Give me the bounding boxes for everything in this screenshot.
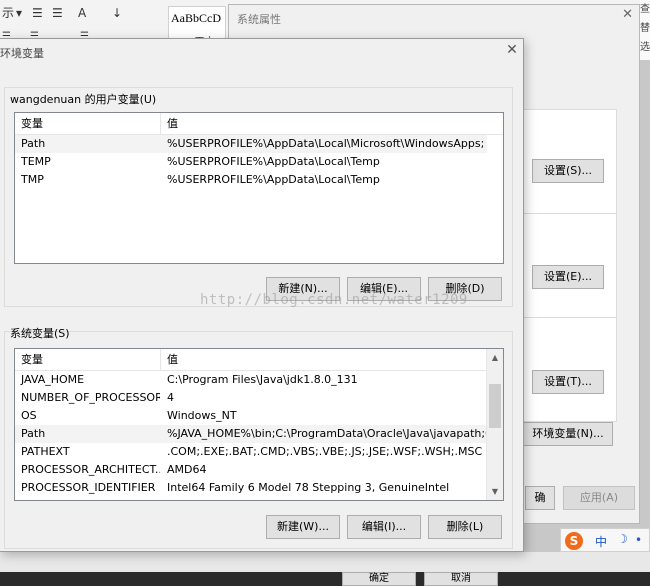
user-variables-label: wangdenuan 的用户变量(U)	[10, 93, 157, 106]
variable-name: PROCESSOR_IDENTIFIER	[21, 481, 156, 494]
ime-toolbar[interactable]: S 中 ☽ •	[560, 528, 650, 552]
close-icon[interactable]: ✕	[504, 42, 520, 58]
system-delete-button[interactable]: 删除(L)	[428, 515, 502, 539]
environment-variables-button[interactable]: 环境变量(N)...	[523, 422, 613, 446]
system-variables-label: 系统变量(S)	[10, 327, 70, 340]
scrollbar-thumb[interactable]	[489, 384, 501, 428]
variable-value: 4	[167, 391, 174, 404]
variable-value: C:\Program Files\Java\jdk1.8.0_131	[167, 373, 358, 386]
table-row[interactable]: PROCESSOR_ARCHITECT... AMD64	[15, 461, 487, 479]
table-row[interactable]: JAVA_HOME C:\Program Files\Java\jdk1.8.0…	[15, 371, 487, 389]
watermark-text: http://blog.csdn.net/water1209	[200, 292, 468, 308]
table-row[interactable]: NUMBER_OF_PROCESSORS 4	[15, 389, 487, 407]
variable-value: %JAVA_HOME%\bin;C:\ProgramData\Oracle\Ja…	[167, 427, 487, 440]
variable-name: OS	[21, 409, 37, 422]
taskbar: 确定 取消	[0, 572, 650, 586]
variable-value: %USERPROFILE%\AppData\Local\Temp	[167, 173, 380, 186]
system-variables-list[interactable]: 变量 值 JAVA_HOME C:\Program Files\Java\jdk…	[14, 348, 504, 501]
variable-name: PROCESSOR_ARCHITECT...	[21, 463, 160, 476]
punctuation-icon[interactable]: •	[635, 533, 642, 547]
performance-settings-button[interactable]: 设置(S)...	[532, 159, 604, 183]
find-label[interactable]: 查	[640, 0, 650, 19]
table-row[interactable]: TMP %USERPROFILE%\AppData\Local\Temp	[15, 171, 487, 189]
user-variables-list[interactable]: 变量 值 Path %USERPROFILE%\AppData\Local\Mi…	[14, 112, 504, 264]
window-title: 系统属性	[237, 13, 281, 26]
system-edit-button[interactable]: 编辑(I)...	[347, 515, 421, 539]
system-new-button[interactable]: 新建(W)...	[266, 515, 340, 539]
variable-value: Intel64 Family 6 Model 78 Stepping 3, Ge…	[167, 481, 450, 494]
moon-icon[interactable]: ☽	[617, 532, 628, 546]
table-row[interactable]: Path %JAVA_HOME%\bin;C:\ProgramData\Orac…	[15, 425, 487, 443]
variable-value: AMD64	[167, 463, 207, 476]
select-label[interactable]: 选	[640, 38, 650, 57]
vertical-scrollbar[interactable]: ▲ ▼	[486, 349, 503, 500]
table-row[interactable]: Path %USERPROFILE%\AppData\Local\Microso…	[15, 135, 487, 153]
sogou-logo-icon: S	[565, 532, 583, 550]
variable-name: Path	[21, 137, 46, 150]
column-header-name[interactable]: 变量	[15, 349, 160, 371]
apply-button[interactable]: 应用(A)	[563, 486, 635, 510]
list-header: 变量 值	[15, 349, 487, 371]
align-icon[interactable]: ☰	[52, 4, 63, 22]
table-row[interactable]: TEMP %USERPROFILE%\AppData\Local\Temp	[15, 153, 487, 171]
sort-icon[interactable]: ↓	[112, 4, 122, 22]
scroll-up-icon[interactable]: ▲	[487, 349, 503, 366]
bottom-cancel-button[interactable]: 取消	[424, 572, 498, 586]
table-row[interactable]: PROCESSOR_IDENTIFIER Intel64 Family 6 Mo…	[15, 479, 487, 497]
variable-name: Path	[21, 427, 46, 440]
variable-name: TEMP	[21, 155, 51, 168]
startup-settings-button[interactable]: 设置(T)...	[532, 370, 604, 394]
ok-button[interactable]: 确	[525, 486, 555, 510]
bottom-ok-button[interactable]: 确定	[342, 572, 416, 586]
replace-label[interactable]: 替	[640, 19, 650, 38]
variable-value: %USERPROFILE%\AppData\Local\Microsoft\Wi…	[167, 137, 485, 150]
style-sample: AaBbCcD	[171, 11, 221, 25]
chevron-down-icon[interactable]: ▾	[16, 4, 22, 22]
ribbon-glyph-1[interactable]: 示	[2, 4, 14, 22]
align-icon[interactable]: ☰	[32, 4, 43, 22]
variable-name: JAVA_HOME	[21, 373, 85, 386]
variable-value: %USERPROFILE%\AppData\Local\Temp	[167, 155, 380, 168]
variable-name: TMP	[21, 173, 44, 186]
variable-name: NUMBER_OF_PROCESSORS	[21, 391, 160, 404]
column-header-value[interactable]: 值	[161, 113, 481, 135]
dialog-title: 环境变量	[0, 47, 44, 60]
column-header-value[interactable]: 值	[161, 349, 481, 371]
close-icon[interactable]: ✕	[622, 7, 633, 22]
ribbon-editing-group: 查 替 选	[640, 0, 650, 60]
list-header: 变量 值	[15, 113, 503, 135]
variable-value: .COM;.EXE;.BAT;.CMD;.VBS;.VBE;.JS;.JSE;.…	[167, 445, 483, 458]
ime-mode[interactable]: 中	[595, 533, 607, 550]
table-row[interactable]: PATHEXT .COM;.EXE;.BAT;.CMD;.VBS;.VBE;.J…	[15, 443, 487, 461]
status-bar	[0, 552, 650, 572]
font-color-icon[interactable]: A	[78, 4, 86, 22]
variable-name: PATHEXT	[21, 445, 70, 458]
table-row[interactable]: OS Windows_NT	[15, 407, 487, 425]
profiles-settings-button[interactable]: 设置(E)...	[532, 265, 604, 289]
variable-value: Windows_NT	[167, 409, 237, 422]
column-header-name[interactable]: 变量	[15, 113, 160, 135]
scroll-down-icon[interactable]: ▼	[487, 483, 503, 500]
